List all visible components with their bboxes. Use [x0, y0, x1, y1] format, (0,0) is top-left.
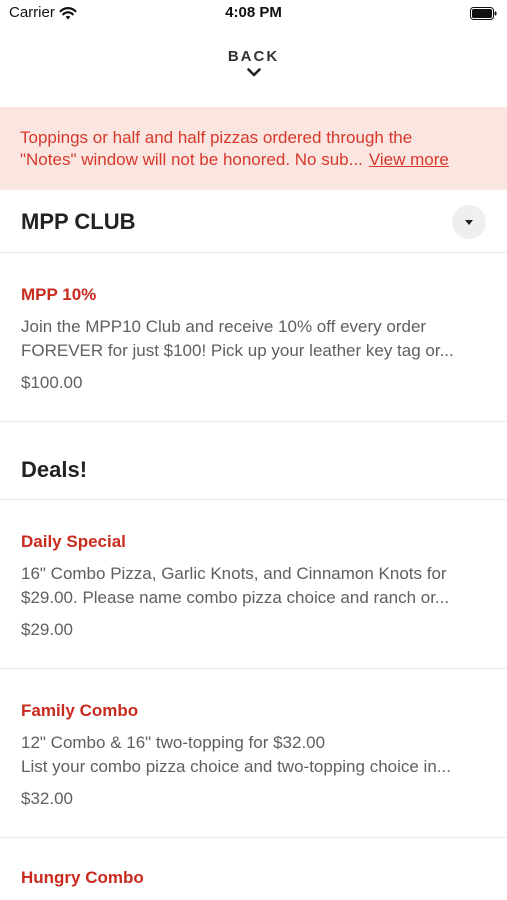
notice-banner: Toppings or half and half pizzas ordered…	[0, 107, 507, 190]
item-name: Daily Special	[21, 532, 126, 551]
item-price: $29.00	[21, 620, 73, 639]
status-bar: Carrier 4:08 PM	[0, 0, 507, 30]
item-description: 16" Combo Pizza, Garlic Knots, and Cinna…	[21, 562, 483, 610]
item-price: $100.00	[21, 373, 83, 392]
section-collapse-button[interactable]	[452, 205, 486, 239]
item-name: Hungry Combo	[21, 868, 144, 887]
chevron-down-icon	[246, 68, 261, 77]
item-price: $32.00	[21, 789, 73, 808]
item-name: Family Combo	[21, 701, 139, 720]
item-description-line2: $29.00. Please name combo pizza choice a…	[21, 588, 450, 607]
section-title: Deals!	[21, 457, 88, 482]
notice-text-line2-wrap: "Notes" window will not be honored. No s…	[20, 149, 487, 171]
item-description: 12" Combo & 16" two-topping for $32.00 L…	[21, 731, 483, 779]
status-time: 4:08 PM	[225, 4, 282, 21]
item-description-line1: Join the MPP10 Club and receive 10% off …	[21, 317, 427, 336]
caret-down-icon	[465, 219, 473, 225]
item-description: Join the MPP10 Club and receive 10% off …	[21, 315, 483, 363]
back-button[interactable]: BACK	[0, 48, 507, 77]
notice-text-line2: "Notes" window will not be honored. No s…	[20, 150, 363, 169]
back-label: BACK	[227, 48, 280, 65]
item-description-line1: 16" Combo Pizza, Garlic Knots, and Cinna…	[21, 564, 447, 583]
view-more-link[interactable]: View more	[369, 150, 449, 169]
item-description-line1: 12" Combo & 16" two-topping for $32.00	[21, 733, 326, 752]
item-description-line2: List your combo pizza choice and two-top…	[21, 757, 451, 776]
item-name: MPP 10%	[21, 285, 97, 304]
battery-icon	[470, 7, 497, 20]
menu-item-family-combo[interactable]: Family Combo 12" Combo & 16" two-topping…	[0, 669, 507, 838]
section-header-deals[interactable]: Deals!	[0, 422, 507, 500]
menu-item-daily-special[interactable]: Daily Special 16" Combo Pizza, Garlic Kn…	[0, 500, 507, 669]
menu-item-mpp-10[interactable]: MPP 10% Join the MPP10 Club and receive …	[0, 253, 507, 422]
section-title: MPP CLUB	[21, 209, 136, 234]
menu-item-hungry-combo[interactable]: Hungry Combo	[0, 838, 507, 900]
section-header-mpp-club[interactable]: MPP CLUB	[0, 190, 507, 253]
notice-text-line1: Toppings or half and half pizzas ordered…	[20, 128, 413, 147]
item-description-line2: FOREVER for just $100! Pick up your leat…	[21, 341, 454, 360]
